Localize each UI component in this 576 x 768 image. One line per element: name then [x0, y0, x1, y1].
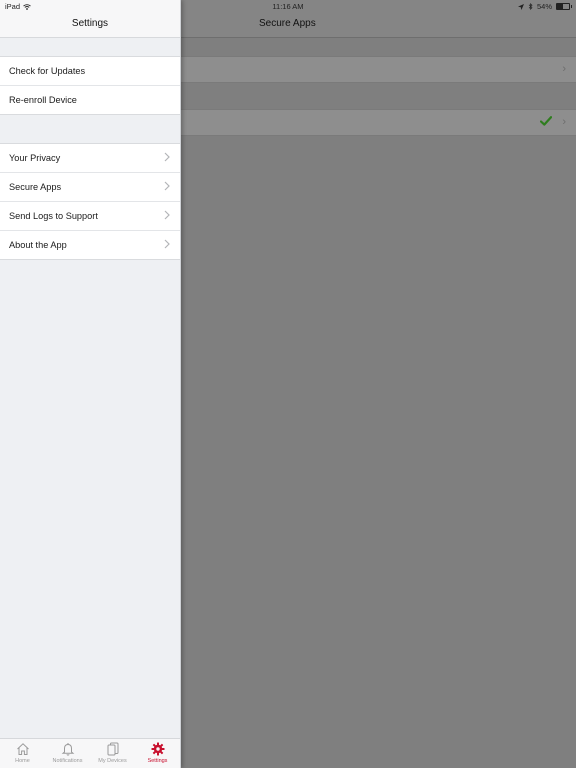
chevron-right-icon	[164, 210, 170, 220]
gear-icon	[151, 742, 164, 756]
item-label: Re-enroll Device	[9, 95, 77, 105]
chevron-right-icon	[164, 181, 170, 191]
bluetooth-icon	[528, 3, 533, 10]
tab-label: Notifications	[52, 758, 83, 764]
item-label: About the App	[9, 240, 67, 250]
re-enroll-device-item[interactable]: Re-enroll Device	[0, 86, 180, 114]
about-app-item[interactable]: About the App	[0, 231, 180, 259]
send-logs-item[interactable]: Send Logs to Support	[0, 202, 180, 231]
tab-label: Home	[15, 758, 30, 764]
tab-label: My Devices	[98, 758, 127, 764]
chevron-right-icon: ›	[562, 63, 566, 75]
secure-apps-item[interactable]: Secure Apps	[0, 173, 180, 202]
main-row[interactable]: ›	[180, 56, 576, 83]
item-label: Send Logs to Support	[9, 211, 98, 221]
location-arrow-icon	[517, 3, 524, 10]
bell-icon	[61, 743, 74, 756]
tab-label: Settings	[147, 758, 168, 764]
home-icon	[16, 743, 29, 755]
tab-settings[interactable]: Settings	[135, 739, 180, 768]
check-for-updates-item[interactable]: Check for Updates	[0, 57, 180, 86]
chevron-right-icon	[164, 152, 170, 162]
checkmark-icon	[540, 116, 552, 126]
tab-notifications[interactable]: Notifications	[45, 739, 90, 768]
chevron-right-icon	[164, 239, 170, 249]
chevron-right-icon: ›	[562, 116, 566, 128]
tab-my-devices[interactable]: My Devices	[90, 739, 135, 768]
main-row[interactable]: ›	[180, 109, 576, 136]
item-label: Secure Apps	[9, 182, 62, 192]
main-pane: Secure Apps › ›	[180, 0, 576, 768]
item-label: Check for Updates	[9, 66, 86, 76]
settings-group-actions: Check for Updates Re-enroll Device	[0, 56, 180, 115]
item-label: Your Privacy	[9, 153, 61, 163]
tab-bar: Home Notifications My Devices Settings	[0, 738, 180, 768]
settings-sidebar: Settings Check for Updates Re-enroll Dev…	[0, 0, 181, 768]
your-privacy-item[interactable]: Your Privacy	[0, 144, 180, 173]
status-bar: iPad 11:16 AM 54%	[0, 0, 576, 12]
settings-group-info: Your Privacy Secure Apps Send Logs to Su…	[0, 143, 180, 260]
status-time: 11:16 AM	[272, 2, 304, 11]
tab-home[interactable]: Home	[0, 739, 45, 768]
battery-icon	[556, 3, 572, 10]
battery-percent: 54%	[536, 2, 552, 11]
sidebar-title: Settings	[71, 18, 109, 29]
main-title: Secure Apps	[259, 18, 316, 29]
devices-icon	[107, 742, 118, 756]
